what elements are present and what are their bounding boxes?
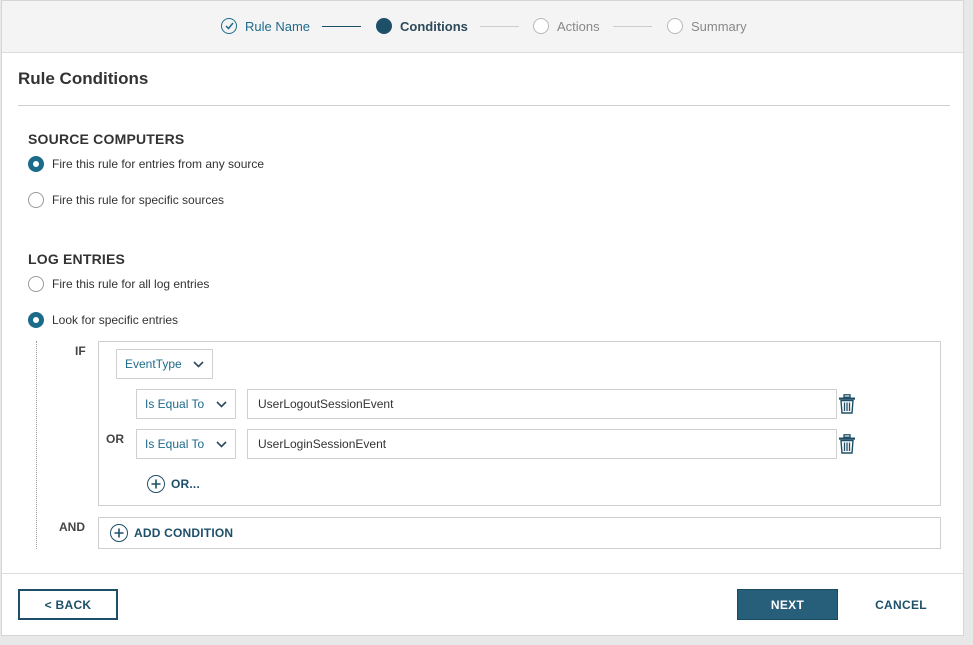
operator-dropdown[interactable]: Is Equal To	[136, 389, 236, 419]
radio-button[interactable]	[28, 312, 44, 328]
footer-divider	[2, 573, 963, 574]
step-actions[interactable]: Actions	[533, 17, 600, 35]
check-circle-icon	[221, 18, 237, 34]
add-condition-label: ADD CONDITION	[134, 526, 234, 540]
plus-circle-icon	[110, 524, 128, 542]
if-label: IF	[75, 344, 86, 358]
step-label: Rule Name	[245, 18, 311, 34]
step-connector	[480, 26, 519, 27]
step-connector	[613, 26, 652, 27]
radio-button[interactable]	[28, 276, 44, 292]
wizard-stepper: Rule Name Conditions Actions Summary	[2, 1, 963, 53]
or-label: OR	[106, 432, 124, 446]
trash-icon[interactable]	[838, 434, 856, 454]
add-or-label: OR...	[171, 477, 201, 491]
step-label: Actions	[557, 18, 600, 34]
add-condition-button[interactable]: ADD CONDITION	[110, 524, 233, 542]
radio-button[interactable]	[28, 156, 44, 172]
add-or-button[interactable]: OR...	[147, 475, 200, 493]
field-dropdown-value: EventType	[125, 357, 182, 371]
pending-step-icon	[667, 18, 683, 34]
back-button[interactable]: < BACK	[18, 589, 118, 620]
radio-label: Look for specific entries	[52, 313, 179, 327]
source-computers-heading: SOURCE COMPUTERS	[28, 131, 185, 147]
radio-label: Fire this rule for entries from any sour…	[52, 157, 265, 171]
radio-specific-entries[interactable]: Look for specific entries	[28, 311, 178, 329]
chevron-down-icon	[216, 400, 227, 408]
radio-specific-sources[interactable]: Fire this rule for specific sources	[28, 191, 224, 209]
pending-step-icon	[533, 18, 549, 34]
step-connector	[322, 26, 361, 27]
operator-dropdown-value: Is Equal To	[145, 397, 205, 411]
operator-dropdown-value: Is Equal To	[145, 437, 205, 451]
step-conditions[interactable]: Conditions	[376, 17, 468, 35]
wizard-dialog: Rule Name Conditions Actions Summary Rul…	[1, 0, 964, 636]
condition-value-input[interactable]	[247, 429, 837, 459]
step-summary[interactable]: Summary	[667, 17, 747, 35]
radio-label: Fire this rule for all log entries	[52, 277, 210, 291]
if-condition-group	[98, 341, 941, 506]
radio-label: Fire this rule for specific sources	[52, 193, 225, 207]
step-label: Summary	[691, 18, 747, 34]
radio-any-source[interactable]: Fire this rule for entries from any sour…	[28, 155, 264, 173]
radio-all-log-entries[interactable]: Fire this rule for all log entries	[28, 275, 209, 293]
condition-value-input[interactable]	[247, 389, 837, 419]
step-rule-name[interactable]: Rule Name	[221, 17, 310, 35]
operator-dropdown[interactable]: Is Equal To	[136, 429, 236, 459]
plus-circle-icon	[147, 475, 165, 493]
step-label: Conditions	[400, 18, 468, 34]
trash-icon[interactable]	[838, 394, 856, 414]
page-title: Rule Conditions	[18, 69, 149, 88]
log-entries-heading: LOG ENTRIES	[28, 251, 126, 267]
radio-button[interactable]	[28, 192, 44, 208]
chevron-down-icon	[193, 360, 204, 368]
chevron-down-icon	[216, 440, 227, 448]
cancel-button[interactable]: CANCEL	[864, 589, 938, 620]
next-button[interactable]: NEXT	[737, 589, 838, 620]
field-dropdown[interactable]: EventType	[116, 349, 213, 379]
current-step-icon	[376, 18, 392, 34]
divider	[18, 105, 950, 106]
and-label: AND	[59, 520, 85, 534]
condition-tree-line	[36, 341, 37, 549]
